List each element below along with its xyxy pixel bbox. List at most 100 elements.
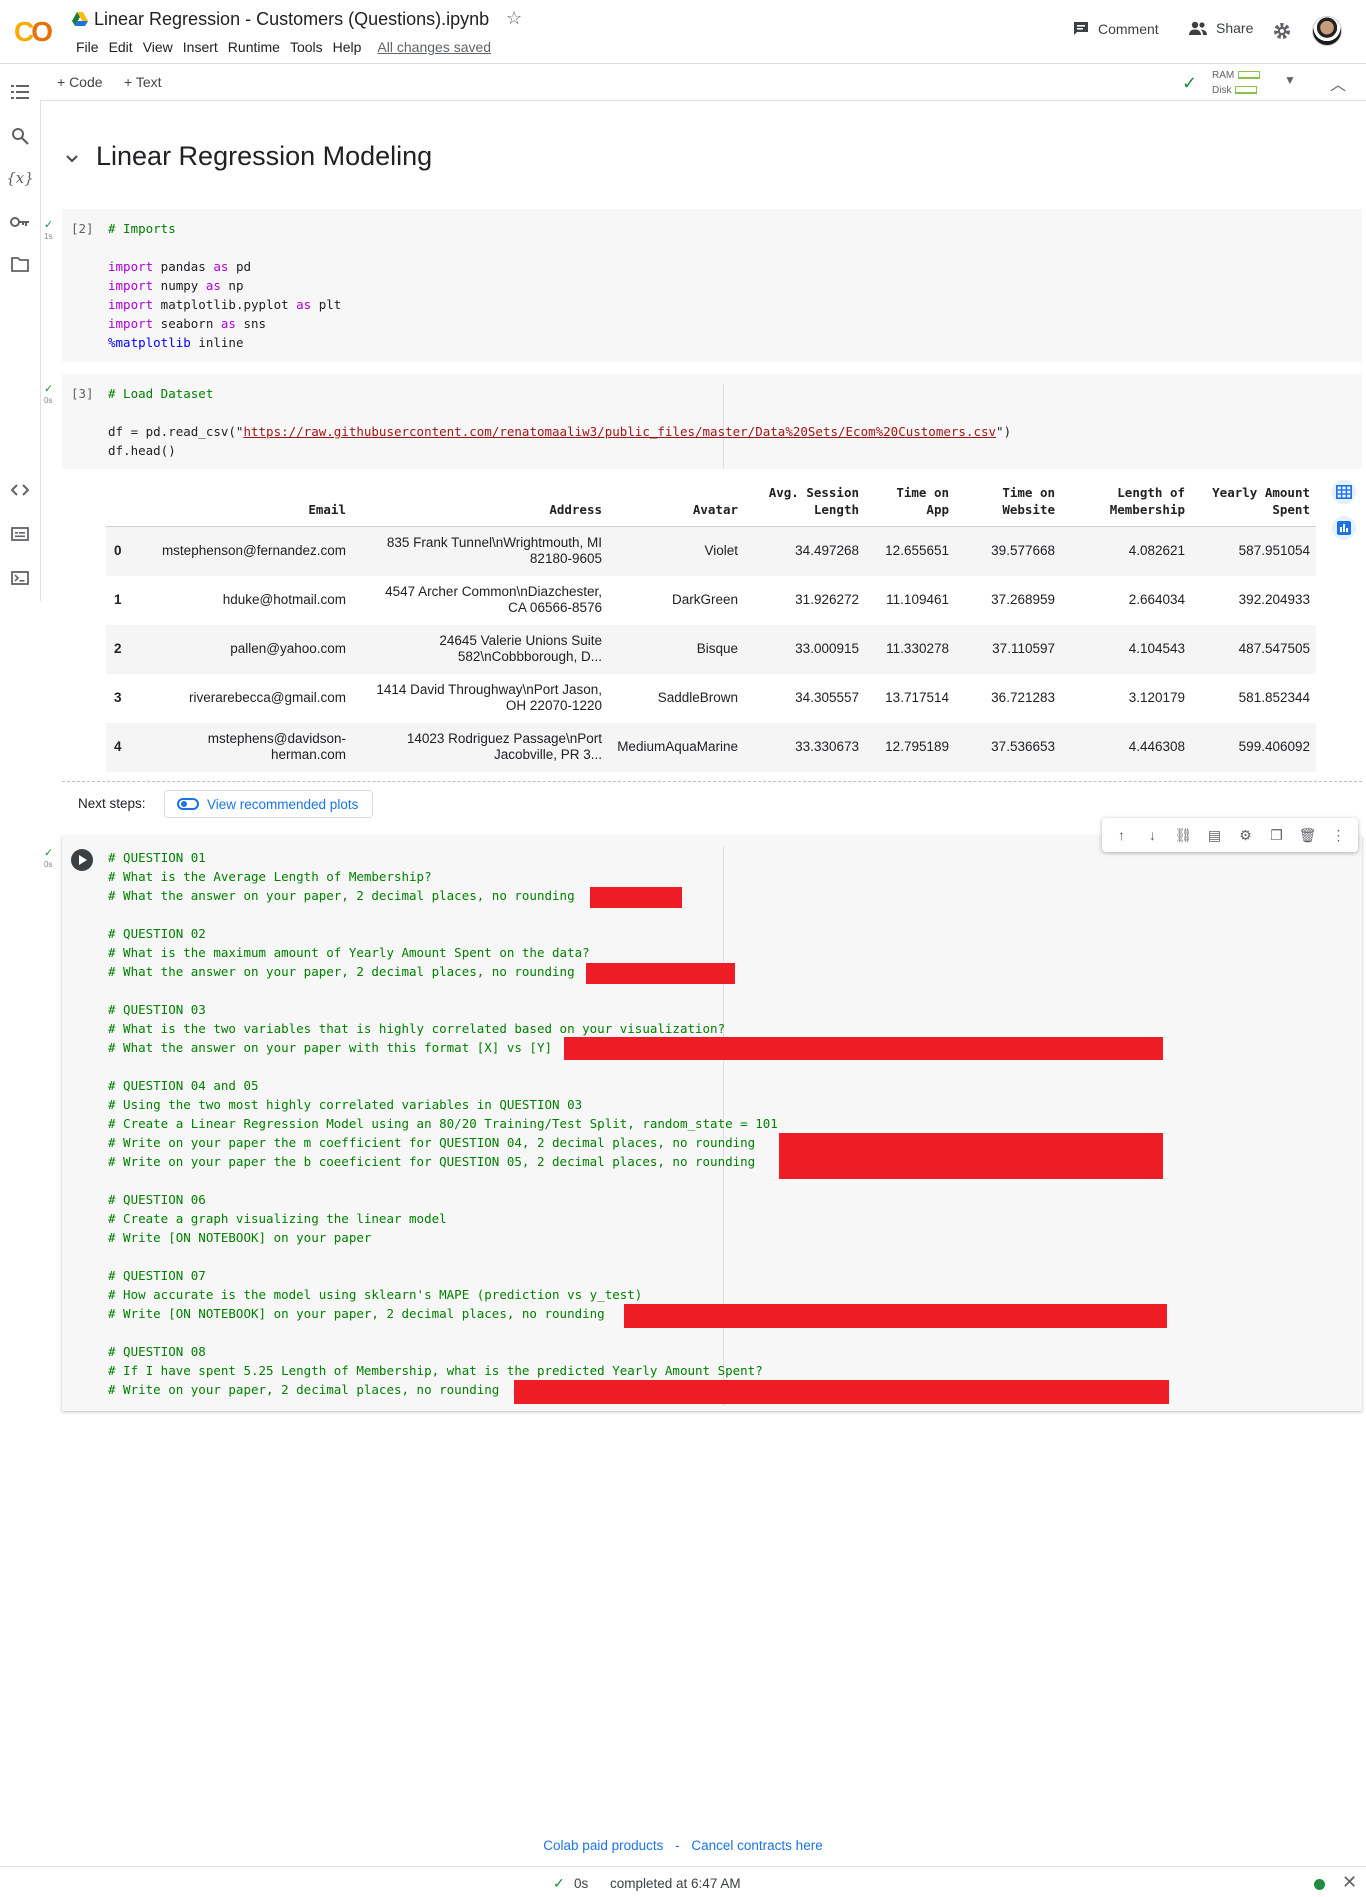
comment-label: Comment	[1098, 21, 1159, 37]
column-header: Avatar	[608, 478, 744, 527]
section-collapse-chevron-icon[interactable]	[66, 150, 78, 166]
menu-view[interactable]: View	[138, 39, 178, 55]
cancel-contracts-link[interactable]: Cancel contracts here	[691, 1838, 822, 1853]
table-row: 2 pallen@yahoo.com 24645 Valerie Unions …	[106, 624, 1316, 674]
cell-toolbar: ↑ ↓ ⛓ ▤ ⚙ ❐ 🗑 ⋮	[1102, 818, 1358, 852]
column-header: Yearly Amount Spent	[1191, 478, 1316, 527]
colab-logo[interactable]: CO	[14, 16, 58, 47]
table-row: 0 mstephenson@fernandez.com 835 Frank Tu…	[106, 526, 1316, 576]
menu-bar: File Edit View Insert Runtime Tools Help…	[71, 39, 496, 55]
disk-bar	[1235, 86, 1258, 95]
recommended-plots-label: View recommended plots	[207, 796, 359, 812]
status-check-icon: ✓	[553, 1875, 565, 1891]
close-status-icon[interactable]: ✕	[1342, 1872, 1357, 1893]
column-header: Time on App	[865, 478, 955, 527]
runtime-dropdown-icon[interactable]: ▼	[1284, 73, 1296, 87]
colab-paid-products-link[interactable]: Colab paid products	[543, 1838, 663, 1853]
sidebar-divider	[40, 101, 41, 601]
table-of-contents-icon[interactable]	[9, 81, 31, 103]
view-recommended-plots-button[interactable]: View recommended plots	[164, 790, 374, 818]
variables-icon[interactable]: {x}	[6, 167, 34, 189]
share-button[interactable]: Share	[1188, 20, 1253, 36]
status-bar: ✓ 0s completed at 6:47 AM ✕	[0, 1866, 1366, 1897]
notebook-title[interactable]: Linear Regression - Customers (Questions…	[94, 9, 489, 30]
cell-run-status: ✓ 0s	[44, 383, 54, 406]
execution-count: [3]	[71, 386, 94, 401]
top-bar: CO Linear Regression - Customers (Questi…	[0, 0, 1366, 64]
cell-settings-icon[interactable]: ⚙	[1234, 827, 1258, 844]
comment-button[interactable]: Comment	[1072, 20, 1159, 38]
ram-bar	[1238, 71, 1261, 80]
search-icon[interactable]	[9, 125, 31, 147]
redaction-box-q03	[564, 1037, 1163, 1060]
command-palette-icon[interactable]	[9, 523, 31, 545]
redaction-box-q07	[624, 1304, 1167, 1328]
move-cell-down-icon[interactable]: ↓	[1141, 827, 1165, 843]
toggle-icon	[177, 798, 199, 810]
menu-edit[interactable]: Edit	[104, 39, 138, 55]
more-options-icon[interactable]: ⋮	[1327, 827, 1351, 844]
link-to-cell-icon[interactable]: ⛓	[1172, 827, 1196, 844]
share-label: Share	[1216, 20, 1254, 36]
cell-run-status: ✓ 1s	[44, 219, 54, 242]
move-cell-up-icon[interactable]: ↑	[1110, 827, 1134, 843]
delete-cell-icon[interactable]: 🗑	[1296, 827, 1320, 844]
connected-check-icon[interactable]: ✓	[1182, 73, 1197, 94]
connection-status-dot	[1314, 1879, 1325, 1890]
mirror-cell-icon[interactable]: ❐	[1265, 827, 1289, 844]
run-cell-button[interactable]	[71, 849, 93, 871]
status-exec-time: 0s	[574, 1876, 589, 1891]
column-header: Avg. Session Length	[744, 478, 865, 527]
terminal-icon[interactable]	[9, 567, 31, 589]
table-row: 4 mstephens@davidson-herman.com 14023 Ro…	[106, 722, 1316, 772]
comment-icon	[1074, 22, 1088, 35]
output-separator	[62, 781, 1362, 782]
left-sidebar: {x}	[0, 65, 40, 1825]
redaction-box-q08	[514, 1380, 1169, 1404]
menu-file[interactable]: File	[71, 39, 104, 55]
column-header: Length of Membership	[1061, 478, 1191, 527]
menu-tools[interactable]: Tools	[285, 39, 328, 55]
disk-label: Disk	[1212, 85, 1232, 96]
add-code-button[interactable]: + Code	[57, 74, 103, 90]
menu-runtime[interactable]: Runtime	[223, 39, 285, 55]
settings-gear-icon[interactable]	[1272, 21, 1292, 41]
suggest-charts-icon[interactable]	[1332, 516, 1356, 540]
dataset-url-link[interactable]: https://raw.githubusercontent.com/renato…	[243, 424, 996, 439]
code-editor[interactable]: # Load Dataset df = pd.read_csv("https:/…	[108, 384, 1011, 460]
resource-monitor[interactable]: RAM Disk	[1212, 68, 1261, 98]
save-status[interactable]: All changes saved	[372, 39, 496, 55]
column-header: Time on Website	[955, 478, 1061, 527]
next-steps-label: Next steps:	[78, 796, 146, 811]
column-header: Address	[352, 478, 608, 527]
star-icon[interactable]: ☆	[506, 8, 522, 29]
people-icon	[1189, 21, 1207, 35]
status-completed-text[interactable]: completed at 6:47 AM	[610, 1876, 741, 1891]
files-folder-icon[interactable]	[9, 253, 31, 275]
secrets-key-icon[interactable]	[9, 211, 31, 233]
user-avatar[interactable]	[1312, 16, 1342, 46]
collapse-header-icon[interactable]: ︿	[1330, 71, 1346, 95]
google-drive-icon	[72, 12, 88, 26]
code-editor[interactable]: # Imports import pandas as pd import num…	[108, 219, 341, 352]
index-header	[106, 478, 146, 527]
footer-separator: -	[675, 1838, 680, 1853]
notebook-toolbar: + Code + Text ✓ RAM Disk ▼ ︿	[40, 65, 1366, 101]
section-title[interactable]: Linear Regression Modeling	[96, 141, 432, 172]
footer-links: Colab paid products - Cancel contracts h…	[0, 1838, 1366, 1853]
dataframe-output-table: Email Address Avatar Avg. Session Length…	[106, 478, 1316, 772]
menu-help[interactable]: Help	[328, 39, 367, 55]
convert-to-interactive-table-icon[interactable]	[1332, 480, 1356, 504]
redaction-box-q01	[590, 887, 682, 908]
table-row: 3 riverarebecca@gmail.com 1414 David Thr…	[114, 682, 1310, 713]
column-header: Email	[146, 478, 352, 527]
table-row: 1 hduke@hotmail.com 4547 Archer Common\n…	[114, 584, 1310, 615]
code-snippets-icon[interactable]	[9, 479, 31, 501]
cell-run-status: ✓ 0s	[44, 847, 54, 870]
table-header-row: Email Address Avatar Avg. Session Length…	[106, 478, 1316, 527]
add-text-button[interactable]: + Text	[124, 74, 162, 90]
execution-count: [2]	[71, 221, 94, 236]
ram-label: RAM	[1212, 70, 1235, 81]
menu-insert[interactable]: Insert	[178, 39, 223, 55]
add-comment-icon[interactable]: ▤	[1203, 827, 1227, 844]
